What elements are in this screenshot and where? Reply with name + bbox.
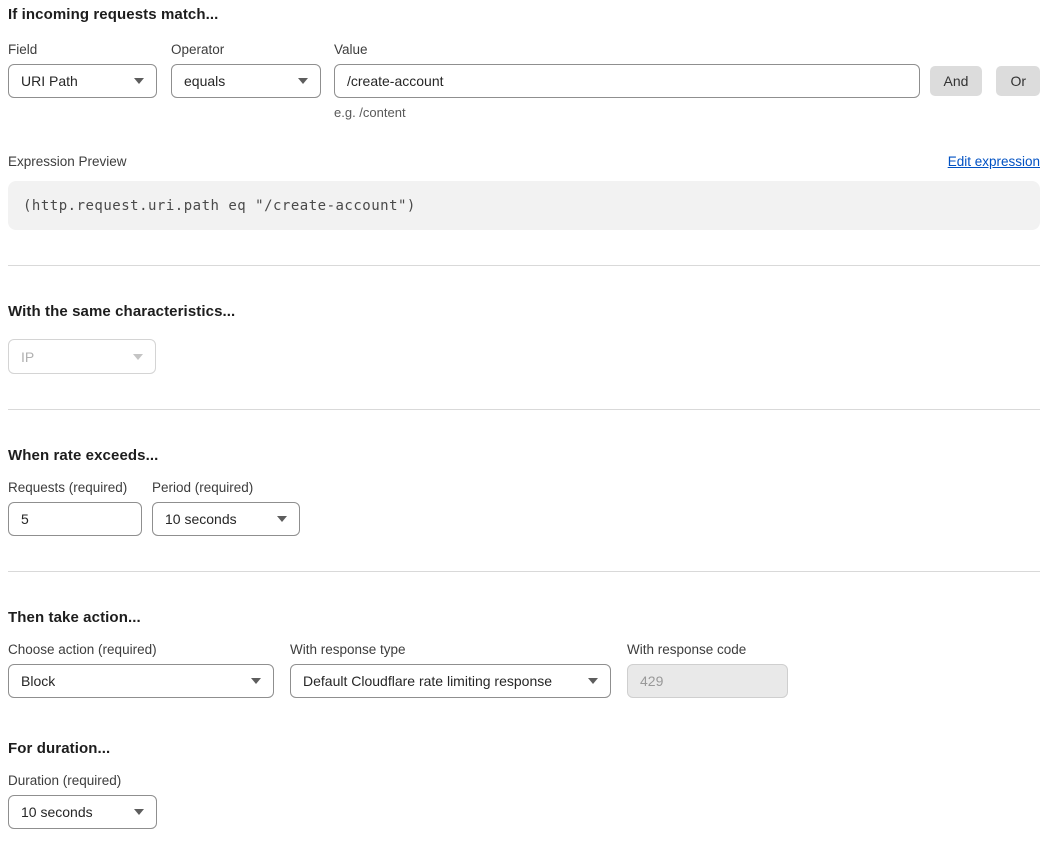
value-helper-text: e.g. /content bbox=[334, 105, 920, 120]
duration-label: Duration (required) bbox=[8, 773, 157, 788]
operator-label: Operator bbox=[171, 42, 321, 57]
caret-down-icon bbox=[588, 678, 598, 684]
response-code-column: With response code bbox=[627, 642, 788, 698]
requests-column: Requests (required) bbox=[8, 480, 142, 536]
rate-section-heading: When rate exceeds... bbox=[8, 447, 1040, 464]
or-button-wrap: Or bbox=[996, 42, 1040, 96]
choose-action-label: Choose action (required) bbox=[8, 642, 274, 657]
characteristics-section-heading: With the same characteristics... bbox=[8, 303, 1040, 320]
edit-expression-link[interactable]: Edit expression bbox=[948, 154, 1040, 169]
match-section-heading: If incoming requests match... bbox=[8, 6, 1040, 23]
duration-select-value: 10 seconds bbox=[21, 804, 93, 820]
operator-select-value: equals bbox=[184, 73, 225, 89]
caret-down-icon bbox=[134, 78, 144, 84]
operator-column: Operator equals bbox=[171, 42, 321, 98]
response-code-input bbox=[627, 664, 788, 698]
field-select[interactable]: URI Path bbox=[8, 64, 157, 98]
section-same-characteristics: With the same characteristics... IP bbox=[8, 303, 1040, 374]
requests-label: Requests (required) bbox=[8, 480, 142, 495]
action-section-heading: Then take action... bbox=[8, 609, 1040, 626]
section-divider bbox=[8, 571, 1040, 572]
section-rate-exceeds: When rate exceeds... Requests (required)… bbox=[8, 447, 1040, 536]
response-type-column: With response type Default Cloudflare ra… bbox=[290, 642, 611, 698]
choose-action-column: Choose action (required) Block bbox=[8, 642, 274, 698]
or-button[interactable]: Or bbox=[996, 66, 1040, 96]
section-incoming-requests-match: If incoming requests match... Field URI … bbox=[8, 6, 1040, 230]
field-column: Field URI Path bbox=[8, 42, 157, 98]
field-select-value: URI Path bbox=[21, 73, 78, 89]
period-select-value: 10 seconds bbox=[165, 511, 237, 527]
caret-down-icon bbox=[133, 354, 143, 360]
operator-select[interactable]: equals bbox=[171, 64, 321, 98]
response-type-label: With response type bbox=[290, 642, 611, 657]
expression-preview-box: (http.request.uri.path eq "/create-accou… bbox=[8, 181, 1040, 230]
value-column: Value e.g. /content bbox=[334, 42, 920, 120]
duration-column: Duration (required) 10 seconds bbox=[8, 773, 157, 829]
response-type-select-value: Default Cloudflare rate limiting respons… bbox=[303, 673, 552, 689]
section-divider bbox=[8, 409, 1040, 410]
expression-text: (http.request.uri.path eq "/create-accou… bbox=[23, 198, 416, 214]
period-column: Period (required) 10 seconds bbox=[152, 480, 300, 536]
duration-select[interactable]: 10 seconds bbox=[8, 795, 157, 829]
and-button[interactable]: And bbox=[930, 66, 983, 96]
and-button-wrap: And bbox=[930, 42, 983, 96]
match-fields-row: Field URI Path Operator equals Value e.g… bbox=[8, 42, 1040, 120]
caret-down-icon bbox=[251, 678, 261, 684]
characteristic-select: IP bbox=[8, 339, 156, 374]
section-divider bbox=[8, 265, 1040, 266]
value-label: Value bbox=[334, 42, 920, 57]
period-label: Period (required) bbox=[152, 480, 300, 495]
section-for-duration: For duration... Duration (required) 10 s… bbox=[8, 740, 1040, 829]
duration-section-heading: For duration... bbox=[8, 740, 1040, 757]
choose-action-select[interactable]: Block bbox=[8, 664, 274, 698]
caret-down-icon bbox=[134, 809, 144, 815]
section-take-action: Then take action... Choose action (requi… bbox=[8, 609, 1040, 698]
response-code-label: With response code bbox=[627, 642, 788, 657]
requests-input[interactable] bbox=[8, 502, 142, 536]
rate-fields-row: Requests (required) Period (required) 10… bbox=[8, 480, 1040, 536]
response-type-select[interactable]: Default Cloudflare rate limiting respons… bbox=[290, 664, 611, 698]
field-label: Field bbox=[8, 42, 157, 57]
choose-action-select-value: Block bbox=[21, 673, 55, 689]
expression-preview-label: Expression Preview bbox=[8, 154, 127, 169]
caret-down-icon bbox=[298, 78, 308, 84]
value-input[interactable] bbox=[334, 64, 920, 98]
period-select[interactable]: 10 seconds bbox=[152, 502, 300, 536]
caret-down-icon bbox=[277, 516, 287, 522]
expression-preview-header: Expression Preview Edit expression bbox=[8, 154, 1040, 169]
characteristic-select-value: IP bbox=[21, 349, 34, 365]
action-fields-row: Choose action (required) Block With resp… bbox=[8, 642, 1040, 698]
rate-limiting-rule-form: If incoming requests match... Field URI … bbox=[0, 0, 1048, 829]
